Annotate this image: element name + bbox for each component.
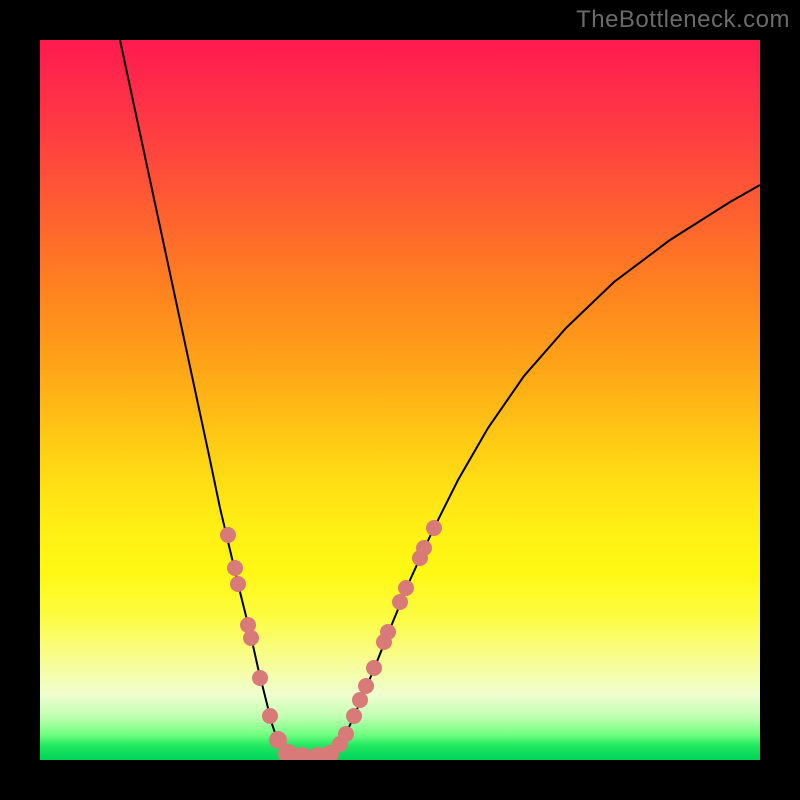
curve-marker <box>416 540 432 556</box>
curve-marker <box>392 594 408 610</box>
curve-marker <box>346 708 362 724</box>
curve-marker <box>358 678 374 694</box>
curve-marker <box>380 624 396 640</box>
curve-marker <box>243 630 259 646</box>
curve-marker <box>366 660 382 676</box>
curve-marker <box>338 726 354 742</box>
curve-marker <box>262 708 278 724</box>
watermark-text: TheBottleneck.com <box>576 6 790 34</box>
chart-frame: TheBottleneck.com <box>0 0 800 800</box>
curve-marker <box>398 580 414 596</box>
curve-marker <box>252 670 268 686</box>
curve-marker <box>227 560 243 576</box>
curve-markers <box>220 520 442 760</box>
plot-area <box>40 40 760 760</box>
curve-marker <box>352 692 368 708</box>
bottleneck-curve-svg <box>40 40 760 760</box>
curve-marker <box>426 520 442 536</box>
bottleneck-curve <box>120 40 760 758</box>
curve-marker <box>220 527 236 543</box>
curve-marker <box>230 576 246 592</box>
